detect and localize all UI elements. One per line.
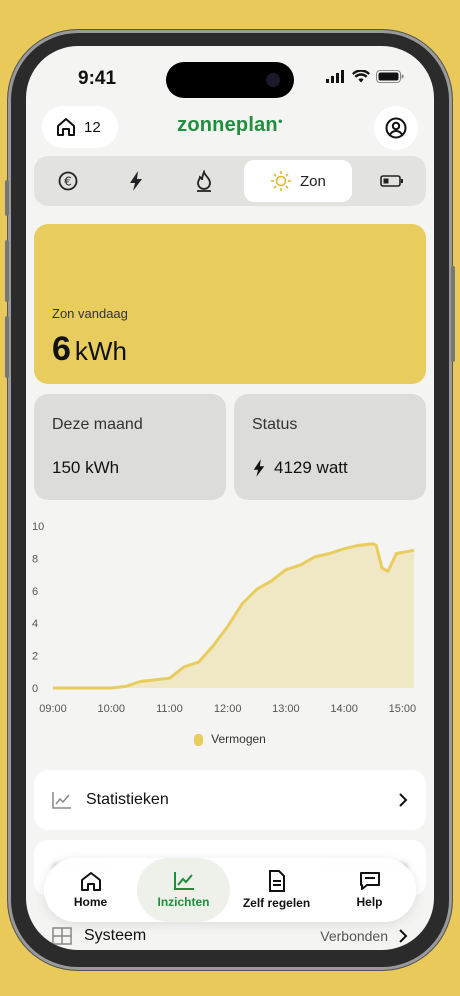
- chevron-right-icon: [399, 929, 408, 943]
- system-item[interactable]: Systeem Verbonden: [34, 922, 426, 950]
- x-tick-label: 12:00: [214, 703, 242, 715]
- nav-help-label: Help: [356, 895, 383, 909]
- svg-text:€: €: [64, 174, 72, 188]
- nav-home-label: Home: [73, 895, 108, 909]
- home-icon: [80, 872, 101, 891]
- power-button: [451, 266, 455, 362]
- profile-button[interactable]: [374, 106, 418, 150]
- status-label: Status: [252, 416, 298, 433]
- x-tick-label: 15:00: [389, 703, 417, 715]
- status-bar: 9:41: [26, 68, 434, 92]
- chevron-right-icon: [399, 793, 408, 807]
- line-chart-icon: [52, 792, 71, 809]
- y-tick-label: 8: [32, 553, 38, 565]
- month-label: Deze maand: [52, 416, 143, 433]
- sun-icon: [270, 171, 291, 191]
- tab-sun[interactable]: Zon: [243, 160, 353, 202]
- user-circle-icon: [385, 117, 407, 139]
- chat-icon: [359, 872, 380, 890]
- system-label: Systeem: [84, 927, 147, 944]
- x-tick-label: 09:00: [39, 703, 67, 715]
- status-time: 9:41: [78, 68, 117, 89]
- x-tick-label: 10:00: [97, 703, 125, 715]
- system-status: Verbonden: [320, 928, 388, 944]
- app-screen: 9:41 12 zonneplan● € Zon Zon vandaag 6 k…: [26, 46, 434, 950]
- flame-icon: [196, 170, 211, 192]
- x-tick-label: 11:00: [156, 703, 183, 715]
- x-tick-label: 13:00: [272, 703, 300, 715]
- y-tick-label: 6: [32, 586, 38, 598]
- euro-icon: €: [58, 171, 78, 191]
- sun-today-card[interactable]: Zon vandaag 6 kWh: [34, 224, 426, 384]
- grid-panel-icon: [52, 927, 72, 945]
- nav-home[interactable]: Home: [44, 858, 137, 922]
- y-tick-label: 10: [32, 521, 44, 533]
- battery-icon: [380, 175, 404, 187]
- chart-icon: [173, 872, 194, 890]
- tab-gas[interactable]: [170, 160, 238, 202]
- battery-status-icon: [376, 70, 404, 83]
- tab-sun-label: Zon: [299, 172, 326, 190]
- tab-battery[interactable]: [358, 160, 426, 202]
- tab-costs[interactable]: €: [34, 160, 102, 202]
- legend-swatch: [194, 733, 204, 746]
- x-tick-label: 14:00: [330, 703, 358, 715]
- y-tick-label: 4: [32, 618, 38, 630]
- signal-icon: [326, 70, 344, 83]
- zonneplan-logo: zonneplan●: [177, 114, 283, 136]
- lightning-icon: [129, 171, 142, 191]
- month-card[interactable]: Deze maand 150 kWh: [34, 394, 226, 500]
- tab-electricity[interactable]: [102, 160, 170, 202]
- legend-label: Vermogen: [211, 732, 266, 746]
- statistics-label: Statistieken: [86, 791, 169, 808]
- month-value: 150 kWh: [52, 458, 120, 477]
- mute-button: [5, 180, 9, 216]
- volume-up-button: [5, 240, 9, 302]
- nav-self-control-label: Zelf regelen: [242, 896, 311, 910]
- bottom-navigation: Home Inzichten Zelf regelen Help: [44, 858, 416, 922]
- lightning-icon: [253, 459, 265, 477]
- sun-today-label: Zon vandaag: [52, 306, 128, 321]
- chart-legend: Vermogen: [26, 732, 434, 746]
- power-chart: 0 2 4 6 8 10 09:00 10:00 11:00 12:00 13:00 14:00 15:…: [32, 521, 417, 715]
- nav-self-control[interactable]: Zelf regelen: [230, 858, 323, 922]
- y-tick-label: 0: [32, 683, 38, 695]
- energy-tabs: € Zon: [34, 156, 426, 206]
- nav-insights-label: Inzichten: [157, 895, 210, 909]
- nav-help[interactable]: Help: [323, 858, 416, 922]
- sun-today-value: 6 kWh: [52, 330, 127, 368]
- statistics-item[interactable]: Statistieken: [34, 770, 426, 830]
- app-header: 12 zonneplan●: [26, 106, 434, 156]
- status-card[interactable]: Status 4129 watt: [234, 394, 426, 500]
- nav-insights[interactable]: Inzichten: [137, 858, 230, 922]
- y-tick-label: 2: [32, 651, 38, 663]
- status-value: 4129 watt: [252, 458, 348, 478]
- wifi-icon: [352, 70, 370, 83]
- volume-down-button: [5, 316, 9, 378]
- document-icon: [268, 870, 285, 892]
